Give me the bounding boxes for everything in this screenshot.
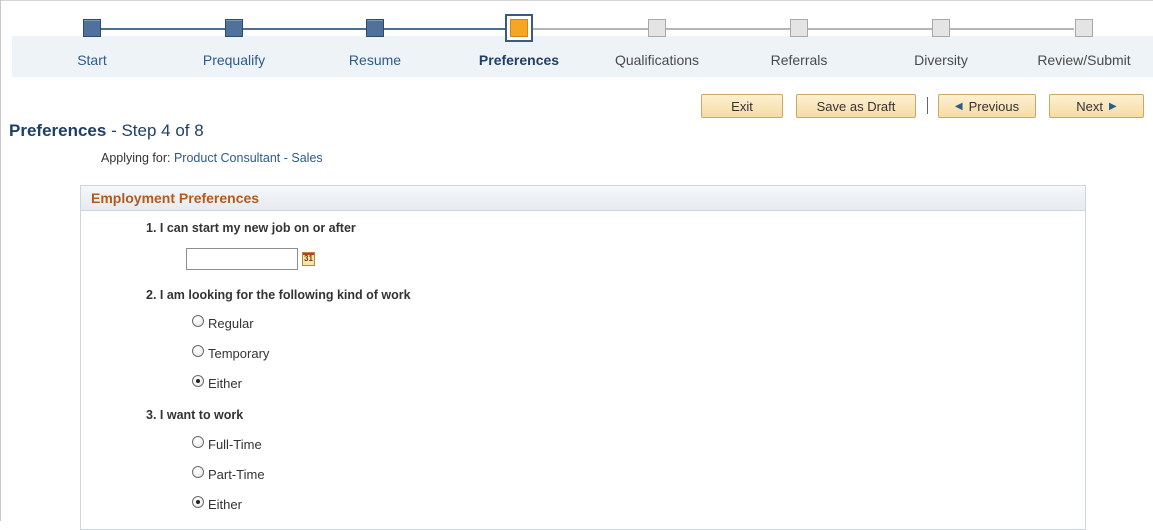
section-title: Employment Preferences	[81, 186, 1085, 211]
next-button-label: Next	[1076, 98, 1104, 114]
job-title-link[interactable]: Product Consultant - Sales	[174, 151, 323, 165]
chevron-right-icon: ▶	[1109, 100, 1117, 112]
train-step-label: Preferences	[478, 52, 560, 68]
next-button[interactable]: Next ▶	[1049, 94, 1144, 118]
train-step-node	[1075, 19, 1093, 37]
calendar-icon[interactable]: 31	[302, 252, 315, 266]
radio-button[interactable]	[192, 344, 204, 357]
radio-label: Temporary	[208, 346, 270, 361]
train-step-node	[932, 19, 950, 37]
train-step-node	[505, 14, 533, 42]
question-start-date: 1. I can start my new job on or after	[146, 221, 356, 235]
train-step-referrals: Referrals	[724, 0, 874, 85]
train-step-label: Diversity	[914, 52, 968, 68]
exit-button-label: Exit	[731, 98, 753, 114]
chevron-left-icon: ◀	[954, 100, 963, 112]
start-date-input[interactable]	[186, 248, 298, 270]
radio-button[interactable]	[192, 495, 204, 508]
save-as-draft-button[interactable]: Save as Draft	[796, 94, 916, 118]
save-as-draft-label: Save as Draft	[816, 98, 896, 114]
previous-button[interactable]: ◀ Previous	[938, 94, 1036, 118]
radio-button[interactable]	[192, 465, 204, 478]
train-step-label: Referrals	[770, 52, 828, 68]
train-step-diversity: Diversity	[866, 0, 1016, 85]
train-step-qualifications: Qualifications	[582, 0, 732, 85]
work-schedule-option-either[interactable]: Either	[192, 495, 242, 512]
question-want-to-work: 3. I want to work	[146, 408, 244, 422]
work-kind-option-temporary[interactable]: Temporary	[192, 344, 270, 361]
train-step-label: Review/Submit	[1037, 52, 1131, 68]
train-step-label: Qualifications	[614, 52, 700, 68]
radio-button[interactable]	[192, 314, 204, 327]
train-step-node	[366, 19, 384, 37]
train-step-node	[790, 19, 808, 37]
train-step-start[interactable]: Start	[17, 0, 167, 85]
radio-button[interactable]	[192, 374, 204, 387]
applying-for: Applying for: Product Consultant - Sales	[101, 151, 323, 165]
page-step-indicator: - Step 4 of 8	[106, 121, 204, 140]
radio-label: Regular	[208, 316, 254, 331]
current-step-marker	[510, 19, 528, 37]
train-step-resume[interactable]: Resume	[300, 0, 450, 85]
train-step-review-submit: Review/Submit	[1009, 0, 1153, 85]
radio-label: Part-Time	[208, 467, 265, 482]
radio-label: Either	[208, 376, 242, 391]
train-step-label: Resume	[348, 52, 402, 68]
radio-label: Full-Time	[208, 437, 262, 452]
train-step-label: Start	[77, 52, 107, 68]
work-schedule-option-part-time[interactable]: Part-Time	[192, 465, 265, 482]
train-step-preferences: Preferences	[444, 0, 594, 85]
train-step-label: Prequalify	[202, 52, 266, 68]
question-kind-of-work: 2. I am looking for the following kind o…	[146, 288, 411, 302]
applying-for-label: Applying for:	[101, 151, 174, 165]
work-kind-option-either[interactable]: Either	[192, 374, 242, 391]
train-step-node	[225, 19, 243, 37]
work-schedule-option-full-time[interactable]: Full-Time	[192, 435, 262, 452]
frame-left-border	[0, 0, 1, 521]
train-step-prequalify[interactable]: Prequalify	[159, 0, 309, 85]
train-step-node	[648, 19, 666, 37]
toolbar-divider	[927, 97, 928, 114]
exit-button[interactable]: Exit	[701, 94, 783, 118]
previous-button-label: Previous	[968, 98, 1020, 114]
radio-button[interactable]	[192, 435, 204, 448]
page-title-text: Preferences	[9, 121, 107, 140]
page-title: Preferences - Step 4 of 8	[9, 121, 204, 141]
radio-label: Either	[208, 497, 242, 512]
train-step-node	[83, 19, 101, 37]
work-kind-option-regular[interactable]: Regular	[192, 314, 254, 331]
progress-train: Start Prequalify Resume Preferences Qualific…	[12, 0, 1153, 85]
